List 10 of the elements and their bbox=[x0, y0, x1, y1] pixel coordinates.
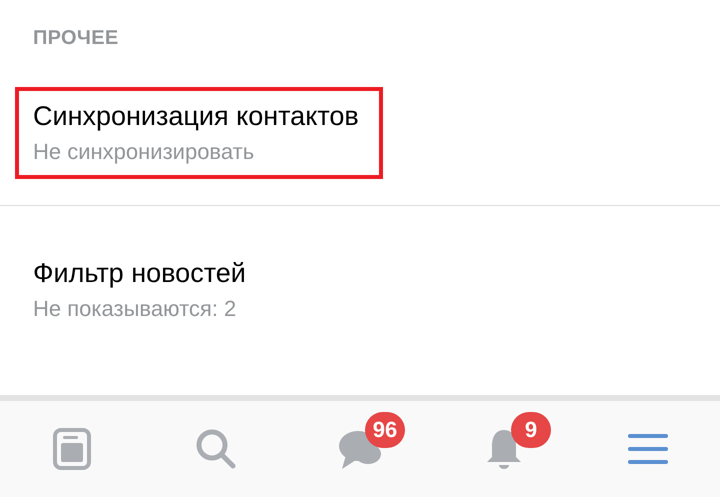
count-badge: 9 bbox=[511, 412, 551, 448]
count-badge: 96 bbox=[365, 412, 405, 448]
search-icon[interactable] bbox=[195, 428, 237, 470]
news-icon[interactable] bbox=[52, 427, 92, 471]
menu-icon[interactable] bbox=[628, 432, 668, 466]
section-heading: ПРОЧЕЕ bbox=[33, 27, 119, 50]
setting-value: Не синхронизировать bbox=[33, 138, 256, 166]
setting-title[interactable]: Фильтр новостей bbox=[33, 256, 246, 290]
setting-value: Не показываются: 2 bbox=[33, 295, 238, 323]
setting-title[interactable]: Синхронизация контактов bbox=[33, 99, 359, 133]
